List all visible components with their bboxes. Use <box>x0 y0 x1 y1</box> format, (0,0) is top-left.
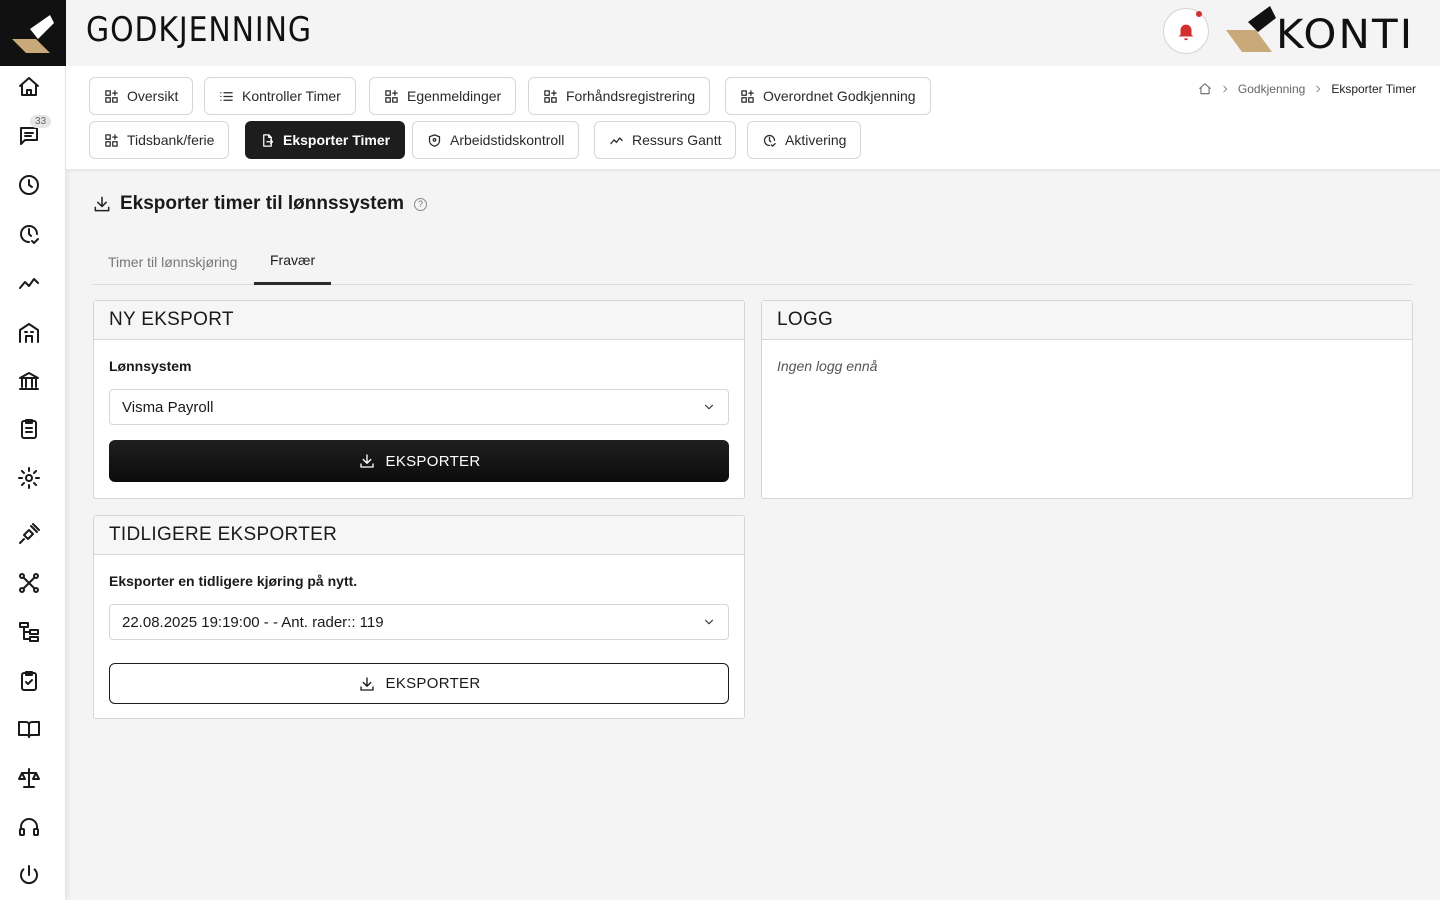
grid-icon <box>105 133 118 147</box>
bell-icon <box>1178 24 1194 41</box>
chevron-right-icon <box>1223 85 1227 93</box>
list-icon <box>220 91 233 101</box>
clock-check-icon[interactable] <box>16 221 42 247</box>
help-icon[interactable]: ? <box>414 197 428 211</box>
tab-label: Egenmeldinger <box>407 88 502 104</box>
tab-label: Ressurs Gantt <box>632 132 722 148</box>
network-icon[interactable] <box>16 570 42 596</box>
clipboard-icon[interactable] <box>16 416 42 442</box>
logg-card: LOGG Ingen logg ennå <box>761 300 1413 499</box>
section-title-text: Eksporter timer til lønnssystem <box>120 193 405 214</box>
eksporter-tidligere-button[interactable]: EKSPORTER <box>109 663 729 704</box>
section-title: Eksporter timer til lønnssystem ? <box>92 193 428 215</box>
headset-icon[interactable] <box>16 814 42 840</box>
brand-logo: KONTI <box>1224 4 1429 60</box>
lonnsystem-label: Lønnsystem <box>109 358 192 374</box>
tab-oversikt[interactable]: Oversikt <box>89 77 194 115</box>
messages-badge: 33 <box>30 115 52 128</box>
notification-dot <box>1196 11 1202 17</box>
clock-check-icon <box>763 134 776 147</box>
select-value: Visma Payroll <box>122 398 214 416</box>
empty-log-text: Ingen logg ennå <box>777 358 878 374</box>
tab-tidsbank-ferie[interactable]: Tidsbank/ferie <box>89 121 230 159</box>
tab-label: Oversikt <box>127 88 179 104</box>
grid-icon <box>105 89 118 103</box>
ny-eksport-card: NY EKSPORT Lønnsystem Visma Payroll EKSP… <box>93 300 745 499</box>
brand-name: KONTI <box>1276 12 1415 58</box>
subtab-timer-til-lonnskjoring[interactable]: Timer til lønnskjøring <box>92 238 253 285</box>
tab-ressurs-gantt[interactable]: Ressurs Gantt <box>594 121 737 159</box>
tab-label: Tidsbank/ferie <box>127 132 215 148</box>
shield-icon <box>428 133 441 147</box>
eksporter-button[interactable]: EKSPORTER <box>109 440 729 482</box>
card-title: TIDLIGERE EKSPORTER <box>94 516 744 555</box>
page-title: GODKJENNING <box>86 10 312 50</box>
tab-arbeidstidskontroll[interactable]: Arbeidstidskontroll <box>412 121 580 159</box>
grid-icon <box>385 89 398 103</box>
grid-icon <box>544 89 557 103</box>
button-label: EKSPORTER <box>385 675 481 692</box>
hierarchy-icon[interactable] <box>16 619 42 645</box>
tab-eksporter-timer[interactable]: Eksporter Timer <box>245 121 406 159</box>
chevron-right-icon <box>1316 85 1321 93</box>
app-logo[interactable] <box>0 0 66 66</box>
tidligere-kjoring-select[interactable]: 22.08.2025 19:19:00 - - Ant. rader:: 119 <box>109 604 729 640</box>
notification-button[interactable] <box>1163 8 1209 54</box>
breadcrumb-godkjenning[interactable]: Godkjenning <box>1238 82 1305 96</box>
power-icon[interactable] <box>16 862 42 888</box>
scale-icon[interactable] <box>16 765 42 791</box>
card-title: LOGG <box>762 301 1412 340</box>
select-value: 22.08.2025 19:19:00 - - Ant. rader:: 119 <box>122 613 384 631</box>
subtabs: Timer til lønnskjøring Fravær <box>92 238 1413 285</box>
plug-icon[interactable] <box>16 521 42 547</box>
download-icon <box>359 676 374 691</box>
tab-forhandsregistrering[interactable]: Forhåndsregistrering <box>528 77 711 115</box>
konti-mark-icon <box>1226 6 1276 52</box>
lonnsystem-select[interactable]: Visma Payroll <box>109 389 729 425</box>
download-icon <box>94 196 110 212</box>
sidebar: 33 <box>0 0 66 900</box>
grid-icon <box>741 89 754 103</box>
tab-label: Overordnet Godkjenning <box>763 88 916 104</box>
nav-tabbar: Oversikt Kontroller Timer Egenmeldinger … <box>66 66 1440 170</box>
file-export-icon <box>263 133 274 147</box>
trend-icon <box>610 136 623 144</box>
download-icon <box>359 454 374 468</box>
tidligere-eksporter-card: TIDLIGERE EKSPORTER Eksporter en tidlige… <box>93 515 745 719</box>
trend-icon[interactable] <box>16 270 42 296</box>
breadcrumb-current: Eksporter Timer <box>1331 82 1416 96</box>
tidligere-label: Eksporter en tidligere kjøring på nytt. <box>109 573 358 589</box>
card-title: NY EKSPORT <box>94 301 744 340</box>
header: GODKJENNING KONTI <box>66 0 1440 66</box>
home-icon[interactable] <box>1198 82 1212 96</box>
tab-label: Aktivering <box>785 132 847 148</box>
chevron-down-icon <box>704 619 714 625</box>
chevron-down-icon <box>704 404 714 410</box>
tab-label: Arbeidstidskontroll <box>450 132 565 148</box>
building-icon[interactable] <box>16 320 42 346</box>
settings-icon[interactable] <box>16 465 42 491</box>
breadcrumb: Godkjenning Eksporter Timer <box>1198 82 1416 96</box>
konti-logo-icon <box>12 15 54 53</box>
tab-aktivering[interactable]: Aktivering <box>747 121 862 159</box>
clipboard-check-icon[interactable] <box>16 668 42 694</box>
subtab-fravaer[interactable]: Fravær <box>254 238 332 285</box>
home-icon[interactable] <box>16 74 42 100</box>
button-label: EKSPORTER <box>385 452 481 470</box>
tab-label: Eksporter Timer <box>283 132 391 148</box>
tab-label: Kontroller Timer <box>242 88 341 104</box>
clock-icon[interactable] <box>16 172 42 198</box>
bank-icon[interactable] <box>16 368 42 394</box>
tab-overordnet-godkjenning[interactable]: Overordnet Godkjenning <box>725 77 931 115</box>
tab-label: Forhåndsregistrering <box>566 88 696 104</box>
book-icon[interactable] <box>16 716 42 742</box>
tab-kontroller-timer[interactable]: Kontroller Timer <box>204 77 356 115</box>
tab-egenmeldinger[interactable]: Egenmeldinger <box>369 77 517 115</box>
